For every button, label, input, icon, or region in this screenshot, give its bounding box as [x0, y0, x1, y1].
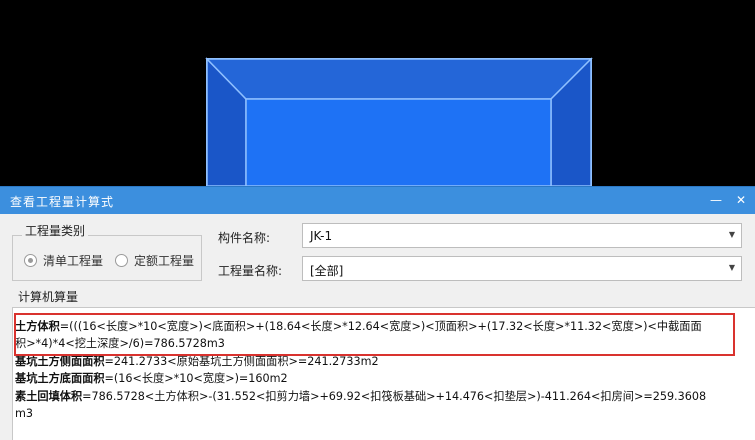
radio-list-quantity[interactable]: 清单工程量 — [24, 252, 103, 269]
pit-bottom — [245, 98, 552, 186]
calc-formula-dialog: 查看工程量计算式 — ✕ 工程量类别 清单工程量 定额工程量 构件名称: JK-… — [0, 186, 755, 440]
quantity-name-select[interactable]: [全部] ▼ — [302, 256, 742, 281]
chevron-down-icon[interactable]: ▼ — [727, 263, 737, 273]
quantity-name-label: 工程量名称: — [218, 264, 283, 278]
calc-line-expr: =786.5728<土方体积>-(31.552<扣剪力墙>+69.92<扣筏板基… — [82, 390, 707, 403]
radio-unselected-icon[interactable] — [115, 254, 128, 267]
dialog-titlebar[interactable]: 查看工程量计算式 — ✕ — [0, 187, 755, 214]
calc-line-name: 基坑土方侧面面积 — [15, 355, 105, 368]
pit-slope-top — [205, 58, 593, 100]
component-name-label: 构件名称: — [218, 231, 271, 245]
calc-line-name: 素土回填体积 — [15, 390, 83, 403]
radio-selected-icon[interactable] — [24, 254, 37, 267]
calc-line-expr: m3 — [15, 407, 34, 420]
chevron-down-icon[interactable]: ▼ — [727, 230, 737, 240]
model-viewport[interactable] — [0, 0, 755, 186]
calc-line-expr: =(16<长度>*10<宽度>)=160m2 — [104, 372, 288, 385]
quantity-name-value: [全部] — [310, 264, 344, 278]
calc-line-expr: =241.2733<原始基坑土方侧面面积>=241.2733m2 — [104, 355, 379, 368]
calc-line: 基坑土方底面面积=(16<长度>*10<宽度>)=160m2 — [15, 370, 288, 388]
calc-section-label: 计算机算量 — [18, 290, 79, 304]
pit-model-drawing — [205, 57, 593, 186]
component-name-select[interactable]: JK-1 ▼ — [302, 223, 742, 248]
close-icon[interactable]: ✕ — [733, 192, 749, 208]
calc-line: m3 — [15, 405, 33, 423]
radio-quota-quantity-label: 定额工程量 — [134, 254, 195, 268]
radio-list-quantity-label: 清单工程量 — [43, 254, 104, 268]
component-name-value: JK-1 — [310, 229, 333, 243]
calc-line: 素土回填体积=786.5728<土方体积>-(31.552<扣剪力墙>+69.9… — [15, 388, 706, 406]
quantity-type-legend: 工程量类别 — [22, 222, 89, 239]
highlight-box — [14, 313, 735, 356]
radio-quota-quantity[interactable]: 定额工程量 — [115, 252, 194, 269]
minimize-icon[interactable]: — — [708, 192, 724, 208]
dialog-title: 查看工程量计算式 — [10, 195, 115, 209]
calc-line-name: 基坑土方底面面积 — [15, 372, 105, 385]
